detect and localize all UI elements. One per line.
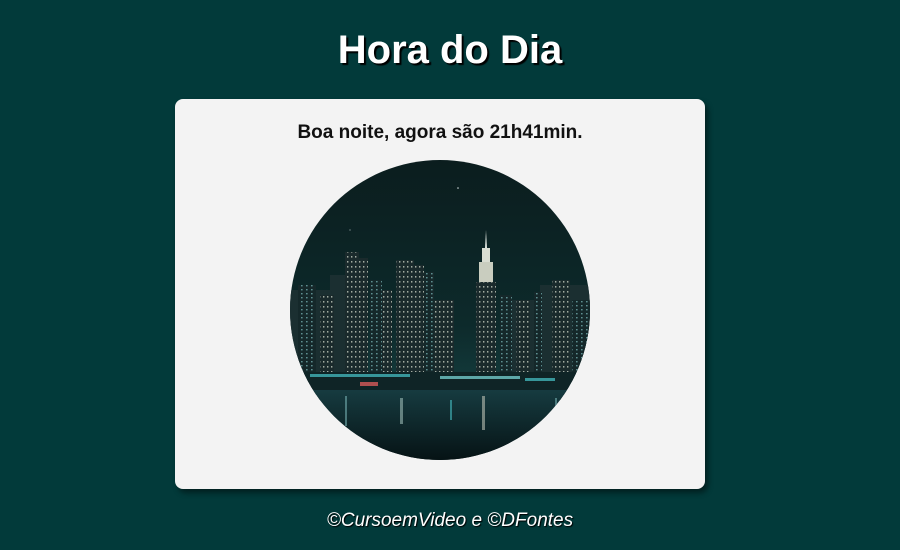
city-skyline-illustration — [290, 160, 590, 460]
greeting-card: Boa noite, agora são 21h41min. — [175, 99, 705, 489]
page-title: Hora do Dia — [337, 28, 563, 72]
footer-credits: ©CursoemVideo e ©DFontes — [326, 510, 574, 531]
greeting-message: Boa noite, agora são 21h41min. — [297, 122, 583, 143]
night-skyline-image — [290, 160, 590, 460]
